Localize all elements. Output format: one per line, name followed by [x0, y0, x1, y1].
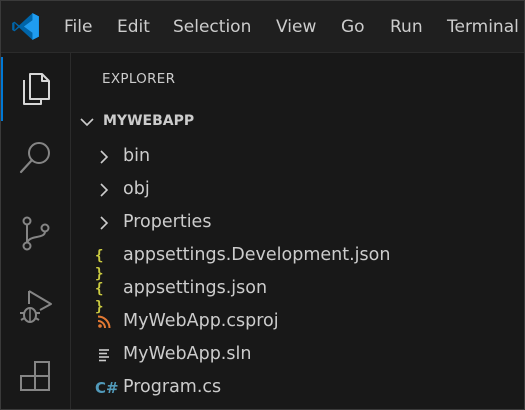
- tree-item-label: MyWebApp.sln: [123, 344, 252, 364]
- tree-item-bin[interactable]: bin: [71, 140, 524, 173]
- activity-source-control[interactable]: [1, 201, 71, 265]
- tree-item-obj[interactable]: obj: [71, 173, 524, 206]
- vscode-window: File Edit Selection View Go Run Terminal: [0, 0, 525, 410]
- tree-item-label: appsettings.Development.json: [123, 245, 391, 265]
- menu-run[interactable]: Run: [390, 1, 423, 53]
- tree-item-program-cs[interactable]: C# Program.cs: [71, 371, 524, 404]
- run-debug-icon: [20, 290, 52, 323]
- tree-item-appsettings-json[interactable]: { } appsettings.json: [71, 272, 524, 315]
- tree-item-label: obj: [123, 179, 150, 199]
- chevron-right-icon: [100, 183, 109, 197]
- lines-file-icon: [99, 349, 109, 362]
- menu-terminal[interactable]: Terminal: [447, 1, 519, 53]
- tree-item-label: MyWebApp.csproj: [123, 311, 279, 331]
- activity-search[interactable]: [1, 125, 71, 189]
- tree-item-label: appsettings.json: [123, 278, 268, 298]
- tree-item-appsettings-development-json[interactable]: { } appsettings.Development.json: [71, 239, 524, 282]
- json-file-icon: { }: [95, 248, 103, 282]
- menu-edit[interactable]: Edit: [117, 1, 150, 53]
- activity-explorer[interactable]: [1, 57, 71, 121]
- tree-item-label: bin: [123, 146, 151, 166]
- tree-item-label: Program.cs: [123, 377, 222, 397]
- workspace-folder-header[interactable]: MYWEBAPP: [71, 109, 524, 135]
- rss-file-icon: [97, 315, 111, 329]
- activity-extensions[interactable]: [1, 345, 71, 409]
- json-file-icon: { }: [95, 281, 103, 315]
- csharp-file-icon: C#: [95, 379, 119, 397]
- menu-view[interactable]: View: [276, 1, 316, 53]
- menu-file[interactable]: File: [64, 1, 92, 53]
- source-control-icon: [22, 216, 50, 251]
- menu-selection[interactable]: Selection: [173, 1, 251, 53]
- chevron-right-icon: [100, 150, 109, 164]
- activity-bar: [1, 53, 71, 409]
- vscode-logo-icon: [12, 13, 39, 40]
- menu-go[interactable]: Go: [341, 1, 365, 53]
- workspace-folder-name: MYWEBAPP: [103, 113, 195, 129]
- search-icon: [19, 142, 50, 174]
- activity-run-debug[interactable]: [1, 273, 71, 337]
- chevron-right-icon: [100, 216, 109, 230]
- tree-item-csproj[interactable]: MyWebApp.csproj: [71, 305, 524, 338]
- tree-item-properties[interactable]: Properties: [71, 206, 524, 239]
- tree-item-sln[interactable]: MyWebApp.sln: [71, 338, 524, 371]
- title-bar: File Edit Selection View Go Run Terminal: [1, 1, 524, 53]
- explorer-title: EXPLORER: [102, 71, 176, 87]
- files-icon: [23, 73, 50, 105]
- extensions-icon: [20, 361, 50, 391]
- chevron-down-icon: [80, 118, 94, 127]
- explorer-sidebar: EXPLORER MYWEBAPP bin obj Properties {}…: [71, 53, 524, 409]
- tree-item-label: Properties: [123, 212, 212, 232]
